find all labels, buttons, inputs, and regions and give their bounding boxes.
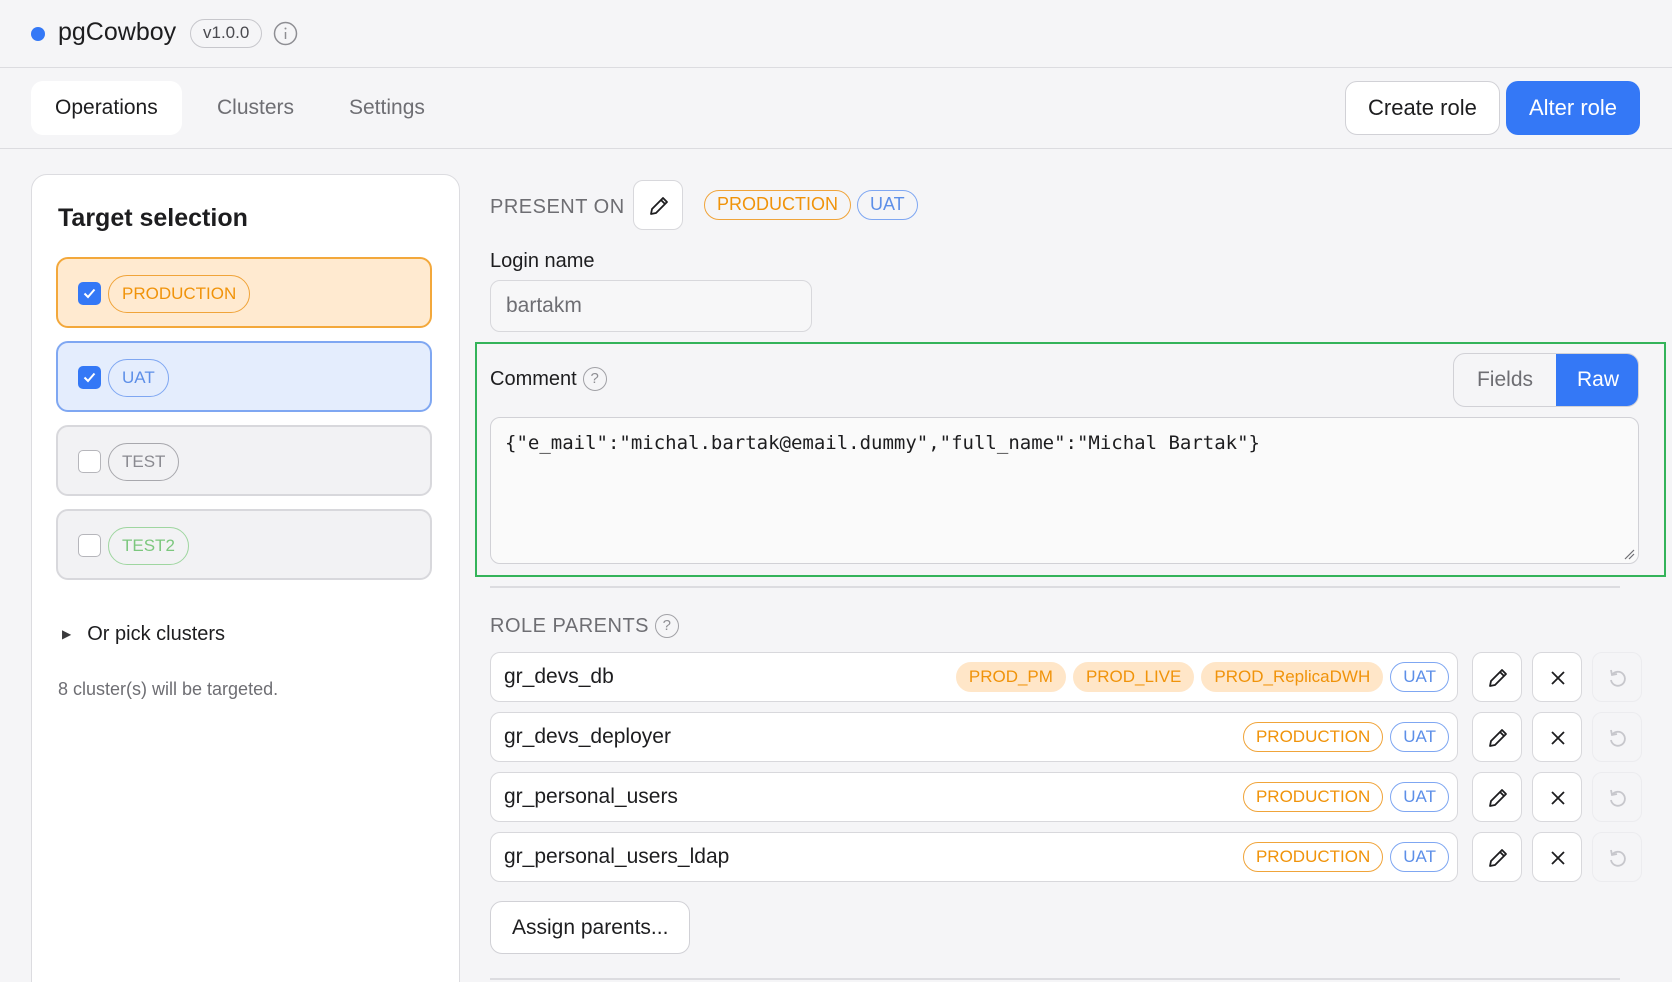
comment-value: {"e_mail":"michal.bartak@email.dummy","f… [505,432,1260,454]
target-count-note: 8 cluster(s) will be targeted. [58,679,279,699]
assign-parents-button[interactable]: Assign parents... [490,901,691,954]
undo-parent-button[interactable] [1592,832,1642,882]
login-name-label: Login name [490,250,595,272]
cluster-tag: PROD_PM [955,662,1066,692]
help-icon[interactable]: ? [655,614,679,638]
pick-clusters-toggle[interactable]: ▶ Or pick clusters [62,623,225,646]
cluster-tag: PROD_LIVE [1072,662,1195,692]
comment-label: Comment? [490,367,607,391]
edit-parent-button[interactable] [1472,712,1522,762]
app-header: pgCowboy v1.0.0 [0,0,1672,68]
undo-icon [1610,669,1626,687]
app-title: pgCowboy [58,18,177,46]
test2-tag: TEST2 [108,527,189,565]
close-icon [1551,791,1565,805]
role-parents-label-text: ROLE PARENTS [490,615,649,637]
panel-title: Target selection [58,204,248,232]
production-checkbox[interactable] [78,282,101,305]
edit-parent-button[interactable] [1472,832,1522,882]
close-icon [1551,731,1565,745]
login-name-input[interactable]: bartakm [490,280,812,332]
uat-tag: UAT [1390,722,1449,752]
close-icon [1551,671,1565,685]
uat-tag: UAT [1390,662,1449,692]
edit-parent-button[interactable] [1472,772,1522,822]
undo-icon [1610,849,1626,867]
remove-parent-button[interactable] [1532,832,1582,882]
main-nav: Operations Clusters Settings Create role… [0,69,1672,149]
comment-mode-toggle: Fields Raw [1453,353,1639,407]
pencil-icon [650,197,668,215]
help-icon[interactable]: ? [582,367,607,391]
parent-name: gr_devs_db [504,665,614,688]
cluster-tag: PROD_ReplicaDWH [1201,662,1384,692]
role-parent-row: gr_personal_users PRODUCTION UAT [490,772,1458,822]
production-tag: PRODUCTION [108,275,251,313]
uat-tag: UAT [857,190,918,220]
resize-handle-icon[interactable] [1623,548,1635,560]
info-icon[interactable] [273,21,298,46]
production-tag: PRODUCTION [1242,782,1384,812]
status-dot [31,27,45,41]
production-tag: PRODUCTION [704,190,851,220]
parent-name: gr_devs_deployer [504,725,671,748]
uat-tag: UAT [1390,782,1449,812]
section-divider [490,586,1620,588]
alter-role-button[interactable]: Alter role [1506,81,1641,135]
remove-parent-button[interactable] [1532,772,1582,822]
edit-parent-button[interactable] [1472,652,1522,702]
parent-tags: PRODUCTION UAT [1242,782,1449,812]
edit-present-on-button[interactable] [633,180,683,230]
uat-tag: UAT [108,359,169,397]
uat-tag: UAT [1390,842,1449,872]
undo-parent-button[interactable] [1592,712,1642,762]
undo-icon [1610,729,1626,747]
tab-operations[interactable]: Operations [31,81,182,135]
present-on-label: PRESENT ON [490,196,625,218]
undo-parent-button[interactable] [1592,772,1642,822]
role-parent-row: gr_devs_deployer PRODUCTION UAT [490,712,1458,762]
target-production[interactable]: PRODUCTION [56,257,432,328]
fields-mode-button[interactable]: Fields [1454,354,1556,406]
target-test[interactable]: TEST [56,425,432,496]
tab-settings[interactable]: Settings [325,81,449,135]
pencil-icon [1489,849,1507,867]
triangle-right-icon: ▶ [62,627,72,641]
create-role-button[interactable]: Create role [1345,81,1500,135]
parent-name: gr_personal_users_ldap [504,845,730,868]
uat-checkbox[interactable] [78,366,101,389]
present-on-tags: PRODUCTION UAT [704,190,924,220]
pencil-icon [1489,729,1507,747]
test-checkbox[interactable] [78,450,101,473]
close-icon [1551,851,1565,865]
parent-name: gr_personal_users [504,785,678,808]
production-tag: PRODUCTION [1242,722,1384,752]
section-divider [490,978,1620,980]
parent-tags: PROD_PM PROD_LIVE PROD_ReplicaDWH UAT [955,662,1449,692]
comment-textarea[interactable]: {"e_mail":"michal.bartak@email.dummy","f… [490,417,1639,564]
role-parents-label: ROLE PARENTS? [490,614,679,638]
target-selection-panel: Target selection PRODUCTION UAT TEST TES… [31,174,460,982]
role-parent-row: gr_devs_db PROD_PM PROD_LIVE PROD_Replic… [490,652,1458,702]
undo-parent-button[interactable] [1592,652,1642,702]
remove-parent-button[interactable] [1532,712,1582,762]
pencil-icon [1489,669,1507,687]
undo-icon [1610,789,1626,807]
tab-clusters[interactable]: Clusters [193,81,318,135]
comment-label-text: Comment [490,368,577,390]
production-tag: PRODUCTION [1242,842,1384,872]
version-badge: v1.0.0 [190,19,263,48]
target-test2[interactable]: TEST2 [56,509,432,580]
pencil-icon [1489,789,1507,807]
pick-clusters-label: Or pick clusters [87,623,226,645]
role-parent-row: gr_personal_users_ldap PRODUCTION UAT [490,832,1458,882]
test-tag: TEST [108,443,180,481]
parent-tags: PRODUCTION UAT [1242,842,1449,872]
target-uat[interactable]: UAT [56,341,432,412]
raw-mode-button[interactable]: Raw [1556,354,1638,406]
parent-tags: PRODUCTION UAT [1242,722,1449,752]
remove-parent-button[interactable] [1532,652,1582,702]
test2-checkbox[interactable] [78,534,101,557]
